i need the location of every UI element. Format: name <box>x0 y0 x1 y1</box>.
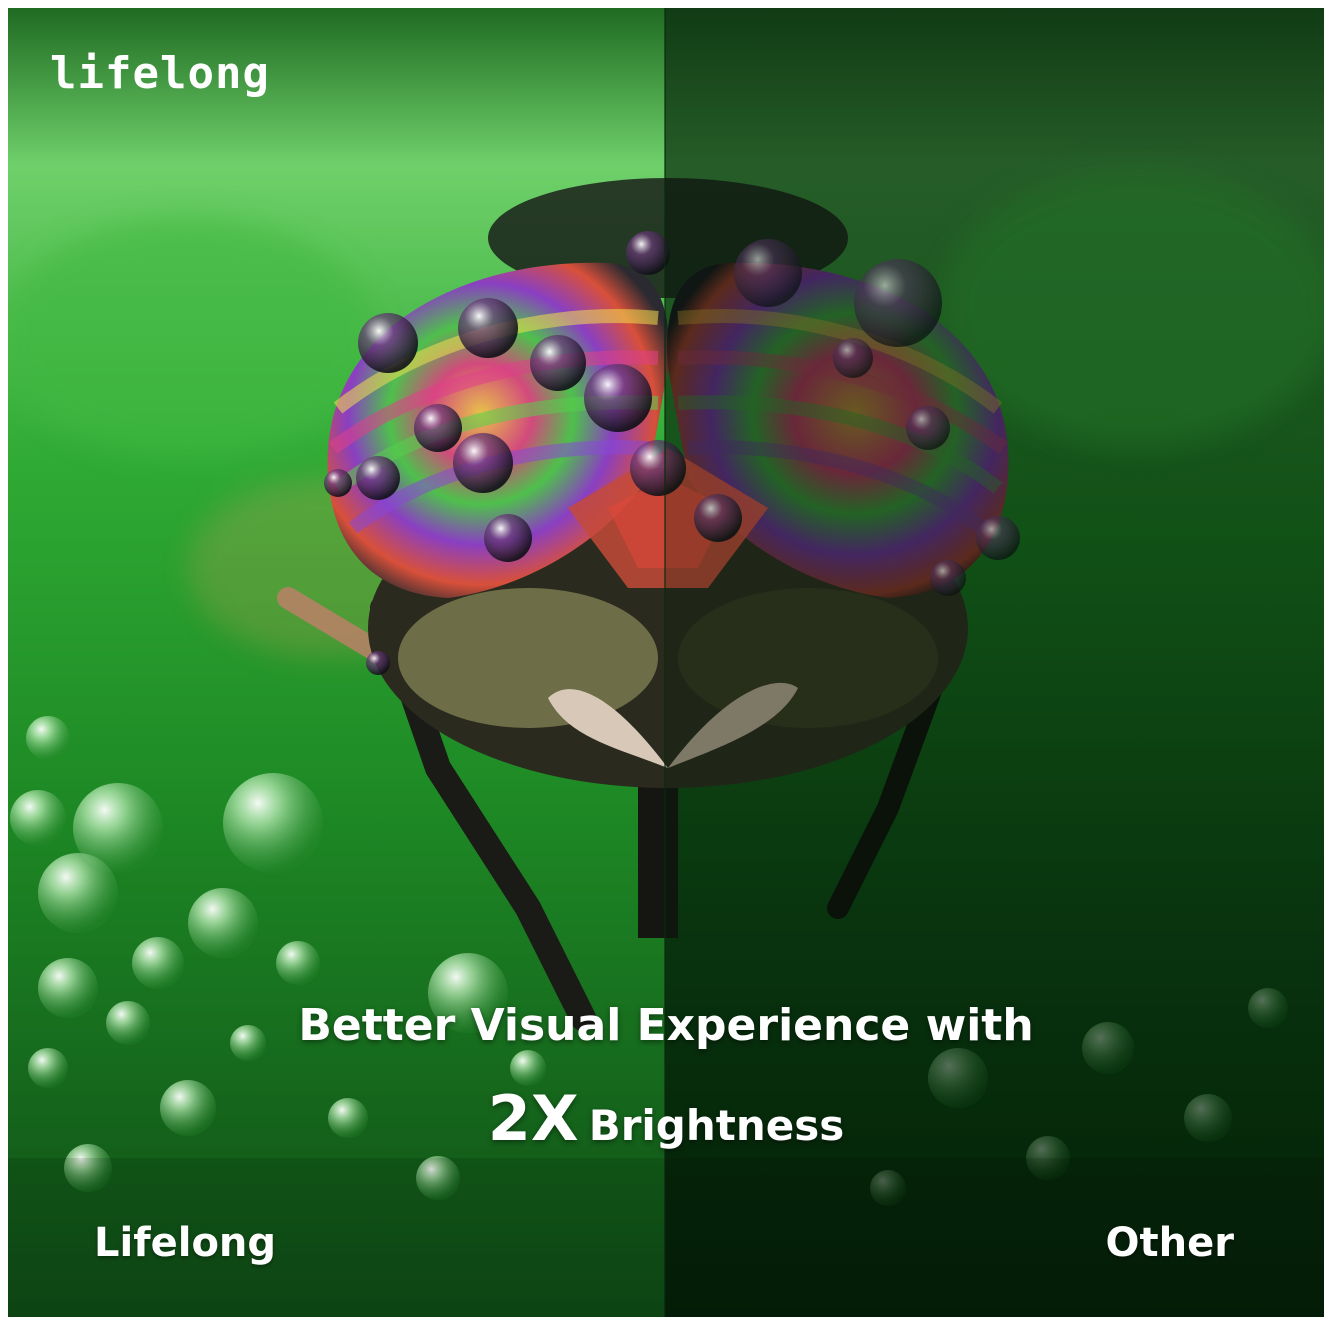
headline-line1: Better Visual Experience with <box>298 1000 1034 1051</box>
headline-line2: 2X Brightness <box>8 1082 1324 1155</box>
label-lifelong: Lifelong <box>94 1220 277 1266</box>
lifelong-logo: lifelong <box>50 48 270 99</box>
comparison-photo: lifelong Better Visual Experience with 2… <box>8 8 1324 1317</box>
label-other: Other <box>1105 1220 1234 1266</box>
headline-brightness: Brightness <box>588 1101 845 1150</box>
headline-emphasis: 2X <box>487 1082 579 1155</box>
